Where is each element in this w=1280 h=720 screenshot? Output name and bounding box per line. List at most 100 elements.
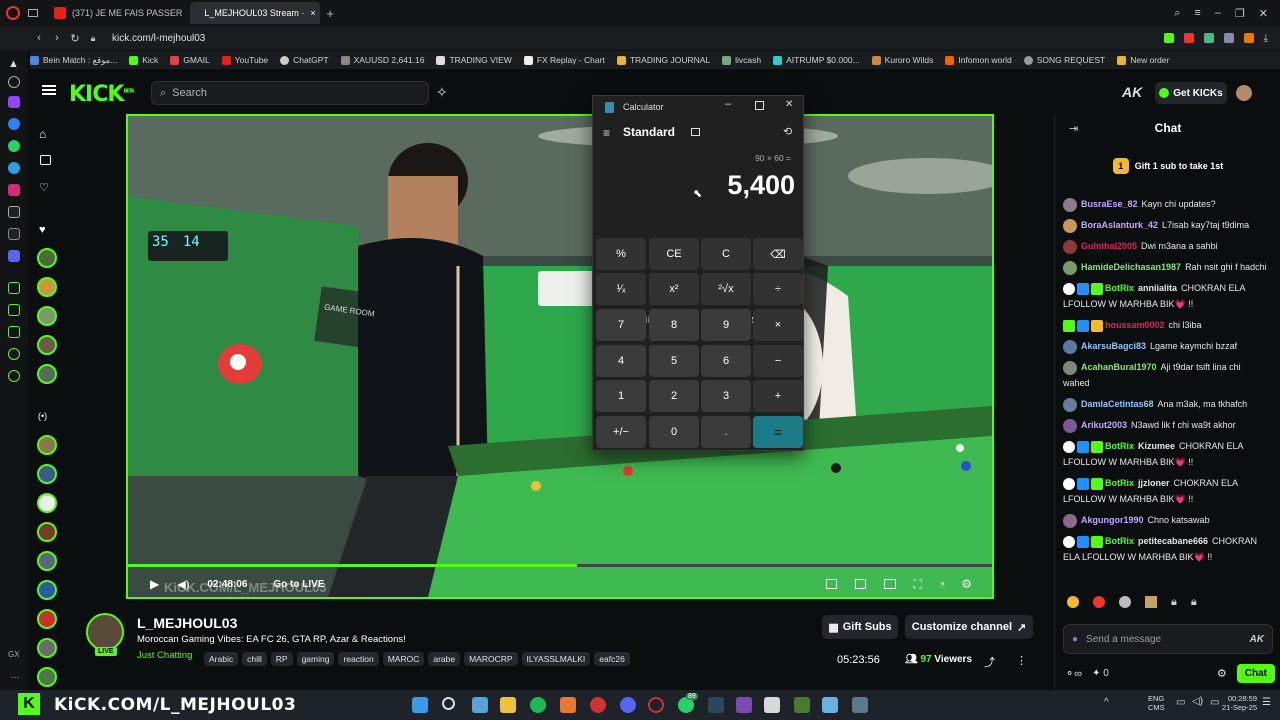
history-icon[interactable]: ⟲ <box>783 125 792 138</box>
add-key[interactable]: + <box>753 380 803 412</box>
recommended-channel-avatar[interactable] <box>37 638 57 658</box>
show-hidden-icons[interactable]: ^ <box>1104 697 1109 708</box>
close-icon[interactable]: ✕ <box>785 99 793 110</box>
mention[interactable]: anniialita <box>1138 283 1177 293</box>
tag[interactable]: eafc26 <box>594 652 630 666</box>
close-window-icon[interactable]: ✕ <box>1259 7 1268 20</box>
recommended-channel-avatar[interactable] <box>37 464 57 484</box>
play-icon[interactable]: ▶ <box>150 577 159 591</box>
extension-icon[interactable] <box>1183 32 1194 43</box>
steam-icon[interactable] <box>708 697 724 713</box>
tab-icon[interactable] <box>28 9 38 17</box>
twitch-icon[interactable] <box>8 96 20 108</box>
bookmark[interactable]: YouTube <box>221 55 268 65</box>
fullscreen-icon[interactable]: ⛶ <box>914 577 922 592</box>
emote-icon[interactable] <box>1119 596 1131 608</box>
tag[interactable]: MAROCRP <box>464 652 518 666</box>
backspace-key[interactable]: ⌫ <box>753 238 803 270</box>
spotify-icon[interactable] <box>530 697 546 713</box>
bookmark[interactable]: Bein Match : موقع... <box>30 55 117 66</box>
recommended-channel-avatar[interactable] <box>37 667 57 687</box>
settings-icon[interactable] <box>8 76 20 88</box>
digit-5-key[interactable]: 5 <box>649 345 699 377</box>
digit-3-key[interactable]: 3 <box>701 380 751 412</box>
discord-icon[interactable] <box>8 250 20 262</box>
tag[interactable]: chill <box>242 652 267 666</box>
whatsapp-icon[interactable] <box>8 140 20 152</box>
sparkle-icon[interactable]: ✧ <box>436 84 448 101</box>
windows-start-icon[interactable] <box>412 697 428 713</box>
speed-icon[interactable]: ◔ <box>938 577 945 591</box>
extension-icon[interactable] <box>1203 32 1214 43</box>
settings-gear-icon[interactable]: ⚙ <box>961 577 972 591</box>
app-icon[interactable] <box>736 697 752 713</box>
extension-icon[interactable] <box>1163 32 1174 43</box>
digit-7-key[interactable]: 7 <box>596 309 646 341</box>
digit-2-key[interactable]: 2 <box>649 380 699 412</box>
minimize-icon[interactable]: – <box>1215 7 1221 20</box>
widgets-icon[interactable] <box>472 697 488 713</box>
tag[interactable]: gaming <box>296 652 335 666</box>
channel-avatar[interactable] <box>86 613 124 651</box>
recommended-channel-avatar[interactable] <box>37 435 57 455</box>
chat-input[interactable]: Send a message <box>1086 634 1161 645</box>
language-indicator[interactable]: ENG CMS <box>1148 694 1165 712</box>
emote-icon[interactable] <box>1145 596 1157 608</box>
bookmark-icon[interactable] <box>8 326 20 338</box>
download-icon[interactable]: ⤓ <box>1264 33 1268 44</box>
followed-channel-avatar[interactable] <box>37 364 57 384</box>
keep-on-top-icon[interactable] <box>691 128 700 136</box>
bookmark[interactable]: AITRUMP $0.000... <box>773 55 860 65</box>
extension-icon[interactable] <box>1223 32 1234 43</box>
bookmark[interactable]: ChatGPT <box>280 55 329 65</box>
following-icon[interactable]: ♡ <box>39 181 49 194</box>
chat-settings-icon[interactable]: ⚙ <box>1217 667 1227 680</box>
bookmark[interactable]: XAUUSD 2,641.16 <box>340 55 424 65</box>
maximize-icon[interactable] <box>755 101 764 110</box>
ak-logo-icon[interactable]: AK <box>1122 84 1142 100</box>
bookmark[interactable]: New order <box>1117 55 1169 65</box>
followed-channel-avatar[interactable] <box>37 335 57 355</box>
clear-key[interactable]: C <box>701 238 751 270</box>
url-field[interactable]: kick.com/l-mejhoul03 <box>112 33 205 44</box>
digit-0-key[interactable]: 0 <box>649 416 699 448</box>
bookmark[interactable]: TRADING JOURNAL <box>616 55 710 65</box>
clear-entry-key[interactable]: CE <box>649 238 699 270</box>
recommended-channel-avatar[interactable] <box>37 609 57 629</box>
instagram-icon[interactable] <box>8 184 20 196</box>
tab-kick-stream[interactable]: L_MEJHOUL03 Stream · × <box>190 2 321 24</box>
more-options-icon[interactable]: ⋮ <box>1016 654 1027 667</box>
recommended-channel-avatar[interactable] <box>37 522 57 542</box>
digit-4-key[interactable]: 4 <box>596 345 646 377</box>
chrome-icon[interactable] <box>590 697 606 713</box>
nav-menu-icon[interactable]: ≡ <box>603 126 610 140</box>
minimize-icon[interactable]: – <box>725 98 731 110</box>
theater-mode-icon[interactable] <box>825 579 837 589</box>
bookmark[interactable]: TRADING VIEW <box>436 55 512 65</box>
battery-icon[interactable]: ▭ <box>1210 697 1219 708</box>
emote-icon[interactable] <box>1093 596 1105 608</box>
tiktok-icon[interactable] <box>8 206 20 218</box>
digit-1-key[interactable]: 1 <box>596 380 646 412</box>
percent-key[interactable]: % <box>596 238 646 270</box>
bookmark[interactable]: Kick <box>129 55 158 65</box>
bookmark[interactable]: Kuroro Wilds <box>871 55 933 65</box>
browser-logo-icon[interactable] <box>6 6 20 20</box>
calculator-taskbar-icon[interactable] <box>852 697 868 713</box>
video-player[interactable]: 35 14 GAME ROOM <box>126 114 994 599</box>
digit-9-key[interactable]: 9 <box>701 309 751 341</box>
recommended-channel-avatar[interactable] <box>37 551 57 571</box>
mini-player-icon[interactable] <box>883 579 896 589</box>
notifications-icon[interactable]: ☰ <box>1262 697 1271 708</box>
digit-8-key[interactable]: 8 <box>649 309 699 341</box>
app-icon[interactable] <box>794 697 810 713</box>
equals-key[interactable]: = <box>753 416 803 448</box>
aria-icon[interactable]: ▲ <box>8 58 19 70</box>
divide-key[interactable]: ÷ <box>753 273 803 305</box>
seek-bar[interactable] <box>128 564 992 567</box>
emote-icon[interactable] <box>1067 596 1079 608</box>
clock[interactable]: 00:28:59 21-Sep-25 <box>1222 694 1257 712</box>
tag[interactable]: arabe <box>428 652 461 666</box>
tag[interactable]: ILYASSLMALKI <box>521 652 591 666</box>
telegram-icon[interactable] <box>8 162 20 174</box>
